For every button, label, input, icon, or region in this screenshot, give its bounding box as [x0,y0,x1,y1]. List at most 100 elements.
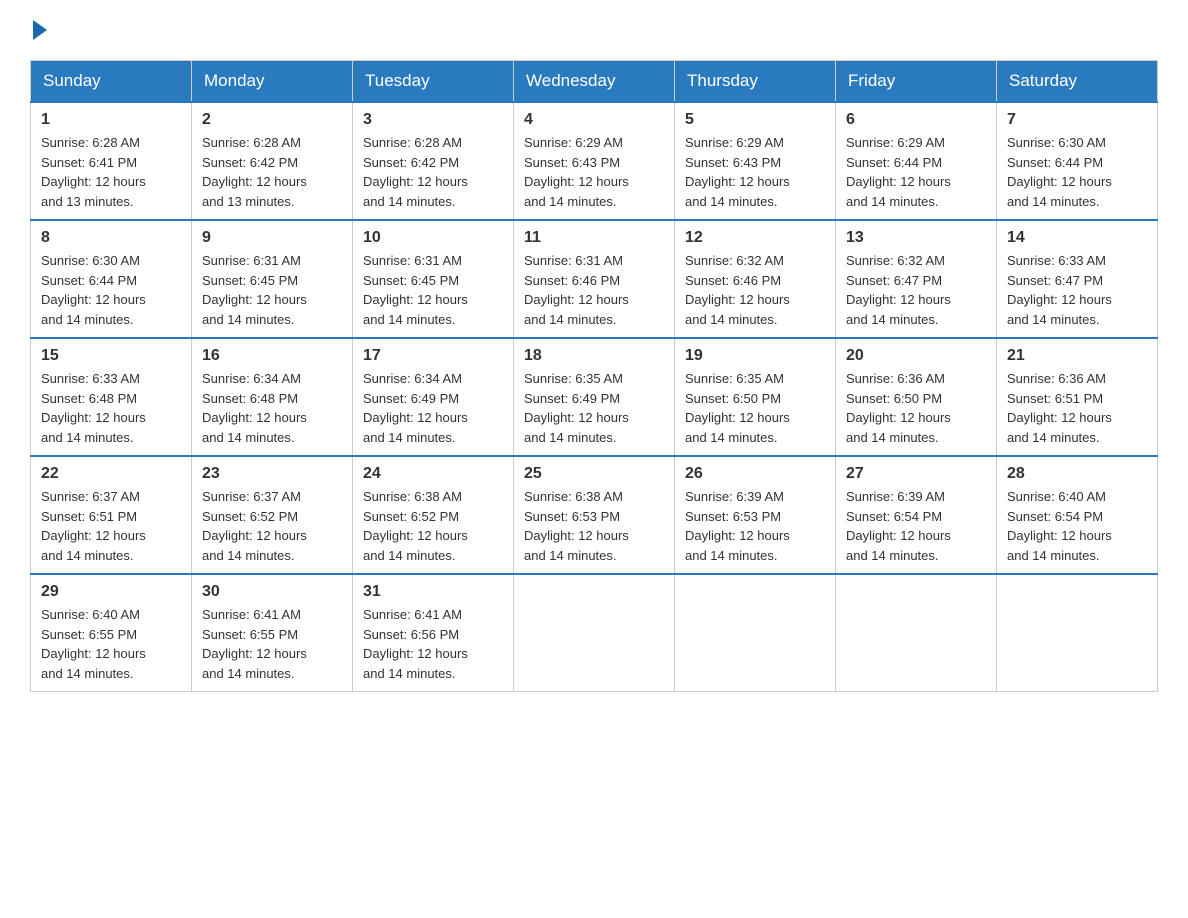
day-info: Sunrise: 6:38 AMSunset: 6:52 PMDaylight:… [363,487,503,565]
day-info: Sunrise: 6:31 AMSunset: 6:45 PMDaylight:… [202,251,342,329]
day-info: Sunrise: 6:28 AMSunset: 6:42 PMDaylight:… [363,133,503,211]
day-number: 25 [524,465,664,483]
day-info: Sunrise: 6:30 AMSunset: 6:44 PMDaylight:… [41,251,181,329]
day-info: Sunrise: 6:41 AMSunset: 6:55 PMDaylight:… [202,605,342,683]
calendar-cell: 7 Sunrise: 6:30 AMSunset: 6:44 PMDaylight… [997,102,1158,220]
day-number: 28 [1007,465,1147,483]
day-number: 16 [202,347,342,365]
calendar-week-1: 1 Sunrise: 6:28 AMSunset: 6:41 PMDaylight… [31,102,1158,220]
day-info: Sunrise: 6:40 AMSunset: 6:55 PMDaylight:… [41,605,181,683]
calendar-cell: 4 Sunrise: 6:29 AMSunset: 6:43 PMDaylight… [514,102,675,220]
day-info: Sunrise: 6:32 AMSunset: 6:46 PMDaylight:… [685,251,825,329]
day-number: 20 [846,347,986,365]
calendar-header-saturday: Saturday [997,61,1158,103]
day-info: Sunrise: 6:28 AMSunset: 6:42 PMDaylight:… [202,133,342,211]
calendar-cell: 29 Sunrise: 6:40 AMSunset: 6:55 PMDayligh… [31,574,192,692]
calendar-cell: 8 Sunrise: 6:30 AMSunset: 6:44 PMDaylight… [31,220,192,338]
day-info: Sunrise: 6:29 AMSunset: 6:43 PMDaylight:… [685,133,825,211]
day-number: 9 [202,229,342,247]
calendar-table: SundayMondayTuesdayWednesdayThursdayFrid… [30,60,1158,692]
day-info: Sunrise: 6:34 AMSunset: 6:49 PMDaylight:… [363,369,503,447]
day-number: 27 [846,465,986,483]
calendar-header-friday: Friday [836,61,997,103]
day-number: 7 [1007,111,1147,129]
day-number: 6 [846,111,986,129]
day-number: 4 [524,111,664,129]
calendar-cell: 3 Sunrise: 6:28 AMSunset: 6:42 PMDaylight… [353,102,514,220]
calendar-cell [997,574,1158,692]
day-info: Sunrise: 6:28 AMSunset: 6:41 PMDaylight:… [41,133,181,211]
day-number: 10 [363,229,503,247]
calendar-cell: 28 Sunrise: 6:40 AMSunset: 6:54 PMDayligh… [997,456,1158,574]
day-info: Sunrise: 6:35 AMSunset: 6:50 PMDaylight:… [685,369,825,447]
day-info: Sunrise: 6:36 AMSunset: 6:50 PMDaylight:… [846,369,986,447]
calendar-header-tuesday: Tuesday [353,61,514,103]
calendar-week-5: 29 Sunrise: 6:40 AMSunset: 6:55 PMDayligh… [31,574,1158,692]
calendar-cell: 15 Sunrise: 6:33 AMSunset: 6:48 PMDayligh… [31,338,192,456]
day-info: Sunrise: 6:36 AMSunset: 6:51 PMDaylight:… [1007,369,1147,447]
calendar-cell: 22Sunrise: 6:37 AMSunset: 6:51 PMDayligh… [31,456,192,574]
day-info: Sunrise: 6:40 AMSunset: 6:54 PMDaylight:… [1007,487,1147,565]
day-info: Sunrise: 6:29 AMSunset: 6:43 PMDaylight:… [524,133,664,211]
day-number: 3 [363,111,503,129]
day-info: Sunrise: 6:41 AMSunset: 6:56 PMDaylight:… [363,605,503,683]
day-info: Sunrise: 6:31 AMSunset: 6:46 PMDaylight:… [524,251,664,329]
calendar-week-2: 8 Sunrise: 6:30 AMSunset: 6:44 PMDaylight… [31,220,1158,338]
day-number: 12 [685,229,825,247]
calendar-cell: 10 Sunrise: 6:31 AMSunset: 6:45 PMDayligh… [353,220,514,338]
calendar-cell: 31 Sunrise: 6:41 AMSunset: 6:56 PMDayligh… [353,574,514,692]
calendar-cell: 25 Sunrise: 6:38 AMSunset: 6:53 PMDayligh… [514,456,675,574]
calendar-header-sunday: Sunday [31,61,192,103]
calendar-cell [675,574,836,692]
day-number: 29 [41,583,181,601]
day-info: Sunrise: 6:37 AMSunset: 6:52 PMDaylight:… [202,487,342,565]
day-number: 23 [202,465,342,483]
calendar-cell: 19 Sunrise: 6:35 AMSunset: 6:50 PMDayligh… [675,338,836,456]
calendar-cell: 30 Sunrise: 6:41 AMSunset: 6:55 PMDayligh… [192,574,353,692]
calendar-cell: 6 Sunrise: 6:29 AMSunset: 6:44 PMDaylight… [836,102,997,220]
calendar-header-thursday: Thursday [675,61,836,103]
logo-arrow-icon [33,20,47,40]
day-info: Sunrise: 6:30 AMSunset: 6:44 PMDaylight:… [1007,133,1147,211]
calendar-cell: 27Sunrise: 6:39 AMSunset: 6:54 PMDayligh… [836,456,997,574]
day-number: 22 [41,465,181,483]
day-number: 13 [846,229,986,247]
day-info: Sunrise: 6:29 AMSunset: 6:44 PMDaylight:… [846,133,986,211]
calendar-cell [836,574,997,692]
day-number: 30 [202,583,342,601]
day-number: 18 [524,347,664,365]
day-number: 31 [363,583,503,601]
calendar-header-wednesday: Wednesday [514,61,675,103]
logo-blue-part [30,20,49,40]
day-number: 11 [524,229,664,247]
day-info: Sunrise: 6:32 AMSunset: 6:47 PMDaylight:… [846,251,986,329]
page-header [30,20,1158,40]
day-number: 1 [41,111,181,129]
calendar-cell: 5Sunrise: 6:29 AMSunset: 6:43 PMDaylight… [675,102,836,220]
calendar-cell: 11 Sunrise: 6:31 AMSunset: 6:46 PMDayligh… [514,220,675,338]
day-info: Sunrise: 6:31 AMSunset: 6:45 PMDaylight:… [363,251,503,329]
day-info: Sunrise: 6:34 AMSunset: 6:48 PMDaylight:… [202,369,342,447]
day-info: Sunrise: 6:33 AMSunset: 6:48 PMDaylight:… [41,369,181,447]
logo [30,20,49,40]
calendar-cell: 24Sunrise: 6:38 AMSunset: 6:52 PMDayligh… [353,456,514,574]
calendar-cell: 14 Sunrise: 6:33 AMSunset: 6:47 PMDayligh… [997,220,1158,338]
calendar-cell: 13 Sunrise: 6:32 AMSunset: 6:47 PMDayligh… [836,220,997,338]
calendar-cell: 21 Sunrise: 6:36 AMSunset: 6:51 PMDayligh… [997,338,1158,456]
day-number: 15 [41,347,181,365]
day-number: 8 [41,229,181,247]
calendar-cell: 16 Sunrise: 6:34 AMSunset: 6:48 PMDayligh… [192,338,353,456]
day-info: Sunrise: 6:35 AMSunset: 6:49 PMDaylight:… [524,369,664,447]
calendar-cell: 2Sunrise: 6:28 AMSunset: 6:42 PMDaylight… [192,102,353,220]
calendar-week-3: 15 Sunrise: 6:33 AMSunset: 6:48 PMDayligh… [31,338,1158,456]
day-info: Sunrise: 6:39 AMSunset: 6:53 PMDaylight:… [685,487,825,565]
day-info: Sunrise: 6:33 AMSunset: 6:47 PMDaylight:… [1007,251,1147,329]
calendar-cell: 1 Sunrise: 6:28 AMSunset: 6:41 PMDaylight… [31,102,192,220]
day-number: 14 [1007,229,1147,247]
calendar-week-4: 22Sunrise: 6:37 AMSunset: 6:51 PMDayligh… [31,456,1158,574]
day-number: 19 [685,347,825,365]
calendar-cell [514,574,675,692]
calendar-header-monday: Monday [192,61,353,103]
day-number: 21 [1007,347,1147,365]
day-info: Sunrise: 6:38 AMSunset: 6:53 PMDaylight:… [524,487,664,565]
